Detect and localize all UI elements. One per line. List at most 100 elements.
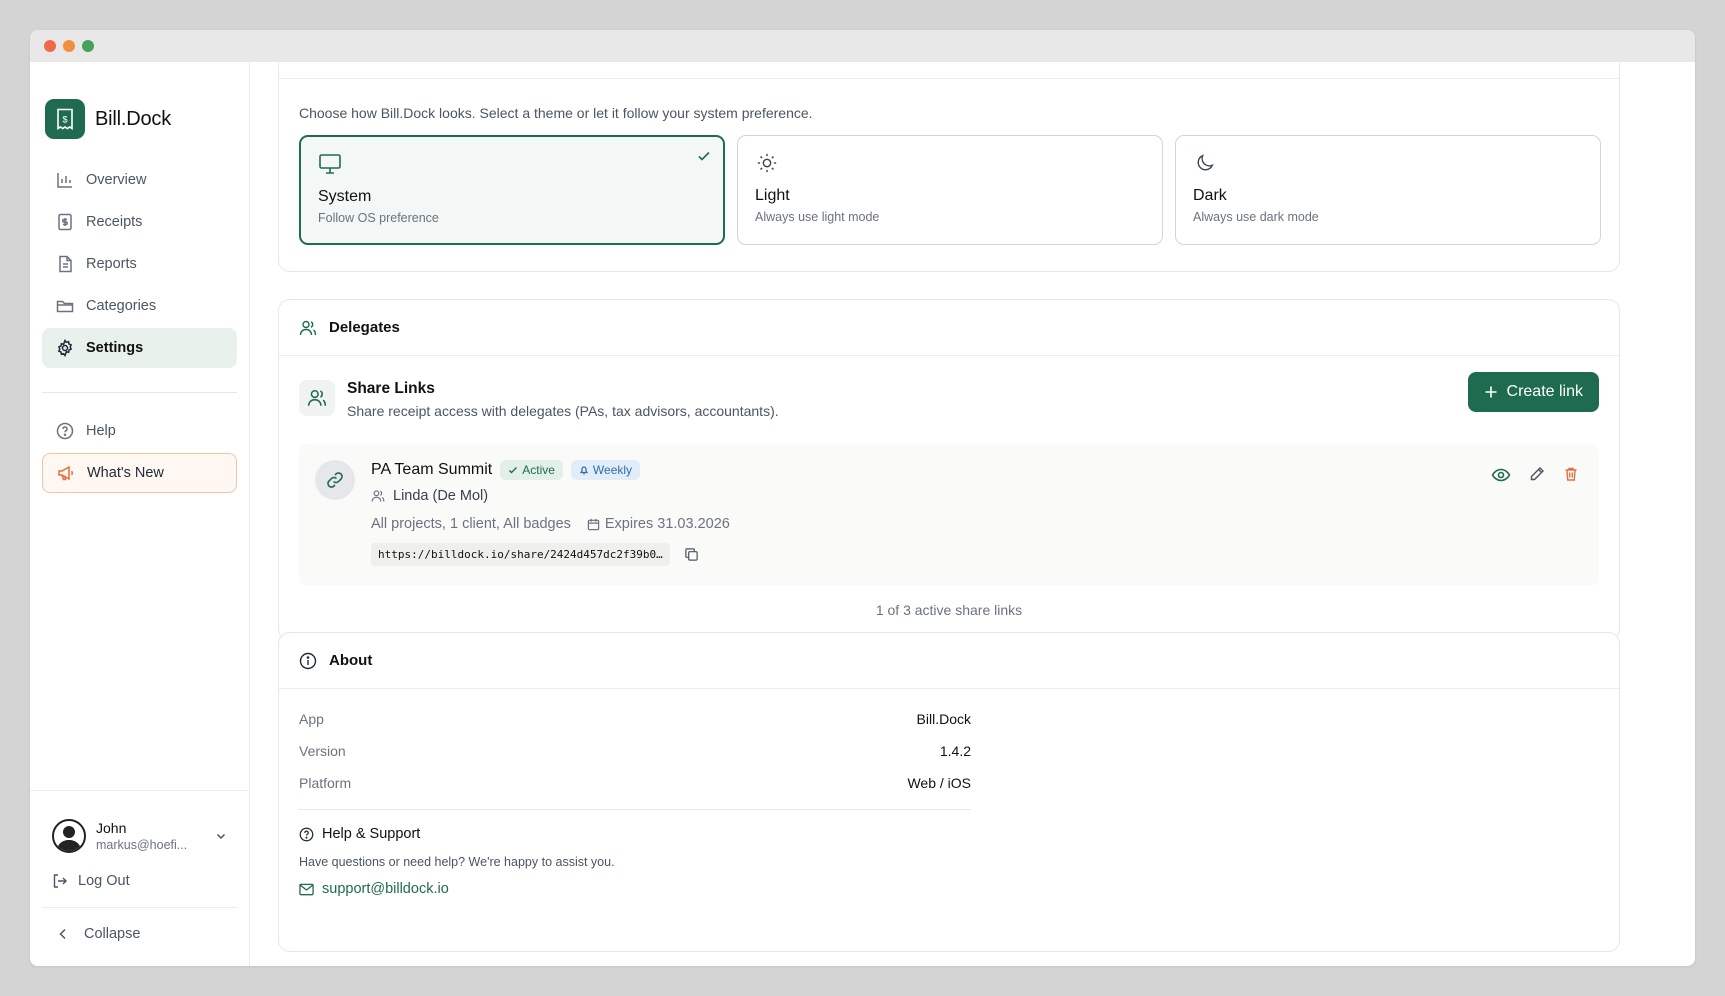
- moon-icon: [1197, 154, 1214, 171]
- info-icon: [299, 652, 317, 669]
- share-link-details: PA Team Summit Active Weekly Linda (De M…: [371, 460, 730, 566]
- sidebar: $ Bill.Dock Overview Receipts Reports Ca…: [30, 62, 250, 966]
- about-key: Version: [299, 743, 346, 759]
- chevron-down-icon[interactable]: [215, 830, 227, 842]
- help-title-label: Help & Support: [322, 826, 421, 842]
- main-nav: Overview Receipts Reports Categories Set…: [30, 160, 249, 368]
- sidebar-item-help[interactable]: Help: [42, 411, 237, 451]
- user-silhouette-icon: [57, 826, 81, 851]
- theme-label: System: [318, 188, 372, 205]
- title-bar: [30, 30, 1695, 62]
- frequency-badge: Weekly: [570, 460, 641, 480]
- help-support-description: Have questions or need help? We're happy…: [299, 855, 615, 869]
- about-row-platform: Platform Web / iOS: [299, 775, 971, 807]
- receipt-icon: [58, 213, 72, 231]
- document-icon: [59, 255, 72, 273]
- sidebar-item-label: Settings: [86, 340, 144, 356]
- expires-text: Expires 31.03.2026: [604, 516, 730, 532]
- delegates-card-header: Delegates: [279, 300, 1619, 356]
- share-links-title: Share Links: [347, 380, 435, 397]
- logout-icon: [53, 874, 67, 888]
- brand-name: Bill.Dock: [95, 107, 171, 130]
- user-email: markus@hoefi...: [96, 838, 188, 852]
- about-value: 1.4.2: [939, 743, 971, 759]
- share-url-row: https://billdock.io/share/2424d457dc2f39…: [371, 543, 730, 566]
- main-content[interactable]: Choose how Bill.Dock looks. Select a the…: [250, 62, 1695, 966]
- collapse-button[interactable]: Collapse: [42, 908, 237, 966]
- user-menu[interactable]: John markus@hoefi...: [30, 791, 249, 865]
- theme-option-dark[interactable]: Dark Always use dark mode: [1175, 135, 1601, 245]
- about-card: About App Bill.Dock Version 1.4.2 Platform…: [278, 632, 1620, 952]
- minimize-window-button[interactable]: [63, 40, 75, 52]
- avatar: [52, 819, 86, 853]
- chevron-left-icon: [59, 928, 66, 940]
- collapse-label: Collapse: [84, 926, 141, 942]
- sidebar-item-label: Receipts: [86, 214, 143, 230]
- appearance-card: Choose how Bill.Dock looks. Select a the…: [278, 62, 1620, 272]
- logout-label: Log Out: [78, 873, 130, 889]
- delegates-card: Delegates Share Links Share receipt acce…: [278, 299, 1620, 641]
- share-link-title: PA Team Summit: [371, 461, 493, 478]
- help-circle-icon: [299, 827, 314, 841]
- share-url[interactable]: https://billdock.io/share/2424d457dc2f39…: [371, 543, 670, 566]
- about-key: App: [299, 711, 324, 727]
- about-row-version: Version 1.4.2: [299, 743, 971, 775]
- appearance-card-header: [279, 62, 1619, 79]
- card-title: About: [329, 652, 373, 669]
- about-card-header: About: [279, 633, 1619, 689]
- pencil-icon[interactable]: [1529, 466, 1545, 482]
- secondary-nav: Help What's New: [30, 411, 249, 493]
- create-link-button[interactable]: Create link: [1467, 372, 1599, 412]
- theme-option-system[interactable]: System Follow OS preference: [299, 135, 725, 245]
- copy-icon[interactable]: [684, 547, 699, 562]
- support-email: support@billdock.io: [322, 881, 449, 897]
- about-divider: [299, 809, 971, 810]
- sidebar-item-categories[interactable]: Categories: [42, 286, 237, 326]
- support-email-link[interactable]: support@billdock.io: [299, 881, 971, 897]
- close-window-button[interactable]: [44, 40, 56, 52]
- trash-icon[interactable]: [1563, 466, 1579, 482]
- gear-icon: [57, 339, 73, 357]
- delegate-person: Linda (De Mol): [371, 488, 730, 504]
- collapse-divider: Collapse: [42, 907, 237, 966]
- sidebar-item-whats-new[interactable]: What's New: [42, 453, 237, 493]
- sidebar-item-overview[interactable]: Overview: [42, 160, 237, 200]
- about-details: App Bill.Dock Version 1.4.2 Platform Web / …: [299, 711, 971, 897]
- share-links-description: Share receipt access with delegates (PAs…: [347, 403, 779, 419]
- eye-icon[interactable]: [1491, 466, 1511, 484]
- sidebar-footer: John markus@hoefi... Log Out Collapse: [30, 790, 249, 966]
- users-icon: [299, 320, 317, 335]
- about-value: Web / iOS: [907, 775, 971, 791]
- app-window: $ Bill.Dock Overview Receipts Reports Ca…: [30, 30, 1695, 966]
- help-support-title: Help & Support: [299, 826, 971, 842]
- theme-label: Light: [755, 187, 790, 204]
- share-link-actions: [1491, 466, 1579, 484]
- users-icon: [299, 380, 335, 416]
- about-row-app: App Bill.Dock: [299, 711, 971, 743]
- card-title: Delegates: [329, 319, 400, 336]
- appearance-description: Choose how Bill.Dock looks. Select a the…: [299, 105, 813, 121]
- logout-button[interactable]: Log Out: [30, 865, 249, 907]
- sidebar-item-receipts[interactable]: Receipts: [42, 202, 237, 242]
- status-label: Active: [522, 463, 555, 477]
- sidebar-item-settings[interactable]: Settings: [42, 328, 237, 368]
- status-badge: Active: [500, 460, 563, 480]
- sun-icon: [757, 153, 777, 173]
- sidebar-item-reports[interactable]: Reports: [42, 244, 237, 284]
- about-value: Bill.Dock: [916, 711, 971, 727]
- theme-sub: Always use dark mode: [1193, 210, 1319, 224]
- share-link-item: PA Team Summit Active Weekly Linda (De M…: [299, 444, 1599, 586]
- theme-sub: Follow OS preference: [318, 211, 439, 225]
- check-icon: [698, 151, 710, 161]
- share-links-count: 1 of 3 active share links: [875, 602, 1023, 618]
- sidebar-item-label: Categories: [86, 298, 157, 314]
- calendar-icon: [587, 518, 600, 530]
- brand[interactable]: $ Bill.Dock: [30, 62, 249, 152]
- scope-text: All projects, 1 client, All badges: [371, 516, 571, 532]
- maximize-window-button[interactable]: [82, 40, 94, 52]
- theme-options: System Follow OS preference Light Always…: [299, 135, 1601, 245]
- svg-text:$: $: [62, 115, 67, 125]
- bar-chart-icon: [57, 173, 72, 188]
- create-link-label: Create link: [1506, 383, 1583, 400]
- theme-option-light[interactable]: Light Always use light mode: [737, 135, 1163, 245]
